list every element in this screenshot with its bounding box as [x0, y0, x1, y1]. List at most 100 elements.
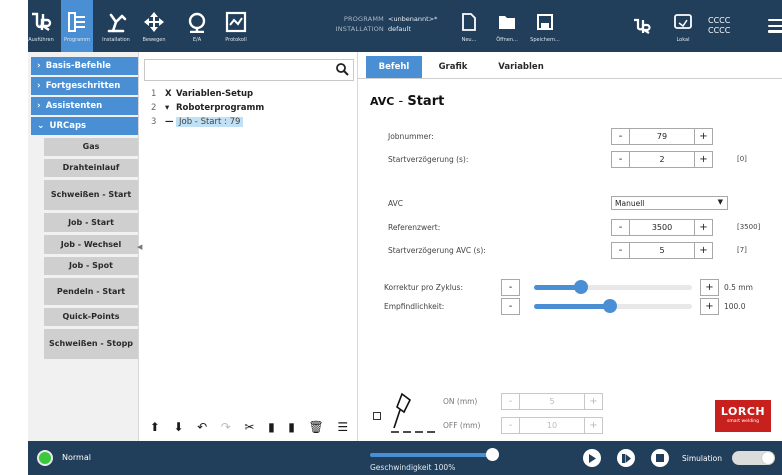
sensitivity-minus-button[interactable]: - — [501, 298, 520, 315]
new-file-icon — [456, 9, 482, 35]
sensitivity-plus-button[interactable]: + — [700, 298, 719, 315]
delete-icon[interactable]: 🗑 — [308, 420, 323, 434]
chevron-down-icon: ⌄ — [37, 121, 45, 131]
correction-plus-button[interactable]: + — [700, 279, 719, 296]
start-delay-minus-button[interactable]: - — [611, 151, 630, 168]
reference-value-field[interactable]: 3500 — [630, 219, 694, 236]
start-delay-field[interactable]: 2 — [630, 151, 694, 168]
on-mm-label: ON (mm) — [443, 397, 478, 406]
sensitivity-slider-knob[interactable] — [602, 299, 617, 313]
tab-divider — [358, 78, 782, 79]
program-tree-panel: 1 X Variablen-Setup 2 ▾ Roboterprogramm … — [138, 52, 357, 441]
avc-start-delay-default: [7] — [737, 246, 747, 254]
new-program-button[interactable]: Neu... — [455, 0, 483, 52]
io-tab-button[interactable]: E/A — [181, 0, 213, 52]
off-mm-field[interactable]: 10 — [520, 417, 584, 434]
nav-advanced[interactable]: › Fortgeschritten — [31, 77, 138, 95]
urcap-wire-feed[interactable]: Drahteinlauf — [44, 159, 138, 177]
move-down-icon[interactable]: ⬇ — [173, 420, 183, 434]
cut-icon[interactable]: ✂ — [244, 420, 254, 434]
avc-label: AVC — [388, 199, 404, 208]
footer-bar: Normal Geschwindigkeit 100% Simulation — [28, 441, 782, 475]
status-indicator-icon[interactable] — [37, 450, 53, 466]
avc-mode-select[interactable]: Manuell ▼ — [611, 196, 728, 210]
speed-slider-knob[interactable] — [486, 448, 499, 461]
reference-value-minus-button[interactable]: - — [611, 219, 630, 236]
step-button[interactable] — [617, 449, 635, 467]
urcap-welding-stop[interactable]: Schweißen - Stopp — [44, 329, 138, 359]
urcap-quick-points[interactable]: Quick-Points — [44, 308, 138, 326]
job-number-label: Jobnummer: — [388, 132, 434, 141]
avc-start-delay-plus-button[interactable]: + — [694, 242, 713, 259]
chevron-right-icon: › — [37, 81, 41, 91]
tree-row-variables-setup[interactable]: 1 X Variablen-Setup — [151, 88, 253, 100]
urcap-job-change[interactable]: Job - Wechsel — [44, 235, 138, 254]
title-prefix: AVC — [370, 95, 395, 108]
sensitivity-slider[interactable] — [534, 299, 692, 313]
correction-slider[interactable] — [534, 280, 692, 294]
collapse-left-icon[interactable]: ◀ — [137, 243, 142, 251]
speed-slider[interactable] — [370, 453, 495, 457]
search-icon[interactable] — [335, 62, 349, 76]
on-mm-minus-button[interactable]: - — [501, 393, 520, 410]
suppress-icon[interactable]: ☰ — [337, 420, 348, 434]
avc-start-delay-stepper: - 5 + — [611, 242, 713, 259]
undo-icon[interactable]: ↶ — [197, 420, 207, 434]
job-number-minus-button[interactable]: - — [611, 128, 630, 145]
hamburger-menu-icon[interactable] — [768, 19, 782, 33]
line-number: 3 — [151, 117, 157, 127]
copy-icon[interactable]: ▮ — [268, 420, 275, 434]
correction-slider-knob[interactable] — [574, 280, 589, 294]
avc-start-delay-minus-button[interactable]: - — [611, 242, 630, 259]
tree-node-label: Roboterprogramm — [176, 103, 265, 113]
paste-icon[interactable]: ▮ — [288, 420, 295, 434]
tab-command[interactable]: Befehl — [366, 56, 422, 78]
ur-remote-button[interactable] — [628, 0, 656, 52]
urcap-job-spot[interactable]: Job - Spot — [44, 257, 138, 275]
job-number-field[interactable]: 79 — [630, 128, 694, 145]
search-input[interactable] — [144, 59, 354, 81]
run-tab-button[interactable]: Ausführen — [28, 0, 54, 52]
reference-value-stepper: - 3500 + — [611, 219, 713, 236]
installation-tab-button[interactable]: Installation — [100, 0, 132, 52]
program-key: PROGRAMM — [343, 15, 384, 23]
tree-row-robot-program[interactable]: 2 ▾ Roboterprogramm — [151, 102, 264, 114]
urcap-gas[interactable]: Gas — [44, 138, 138, 156]
tab-variables[interactable]: Variablen — [486, 56, 556, 78]
job-number-plus-button[interactable]: + — [694, 128, 713, 145]
on-mm-plus-button[interactable]: + — [584, 393, 603, 410]
urcap-job-start[interactable]: Job - Start — [44, 213, 138, 232]
log-tab-button[interactable]: Protokoll — [220, 0, 252, 52]
play-button[interactable] — [583, 449, 601, 467]
sensitivity-value: 100.0 — [724, 302, 746, 311]
avc-start-delay-field[interactable]: 5 — [630, 242, 694, 259]
on-mm-field[interactable]: 5 — [520, 393, 584, 410]
simulation-toggle[interactable] — [732, 451, 775, 465]
save-program-button[interactable]: Speichern... — [526, 0, 564, 52]
wire-touch-checkbox[interactable] — [373, 412, 381, 420]
lorch-logo: LORCH smart welding — [715, 400, 771, 432]
local-mode-button[interactable]: Lokal — [668, 0, 698, 52]
stop-button[interactable] — [651, 449, 669, 467]
start-delay-plus-button[interactable]: + — [694, 151, 713, 168]
tab-graphics[interactable]: Grafik — [428, 56, 478, 78]
move-up-icon[interactable]: ⬆ — [150, 420, 160, 434]
log-icon — [223, 9, 249, 35]
nav-basic-commands[interactable]: › Basis-Befehle — [31, 57, 138, 75]
urcap-weave-start[interactable]: Pendeln - Start — [44, 278, 138, 305]
off-mm-plus-button[interactable]: + — [584, 417, 603, 434]
off-mm-minus-button[interactable]: - — [501, 417, 520, 434]
ur-logo-icon — [28, 9, 54, 35]
tree-row-job-start[interactable]: 3 — Job - Start : 79 — [151, 116, 244, 128]
program-tab-button[interactable]: Programm — [61, 0, 93, 52]
sensitivity-label: Empfindlichkeit: — [384, 302, 445, 311]
redo-icon[interactable]: ↷ — [221, 420, 231, 434]
nav-urcaps[interactable]: ⌄ URCaps — [31, 117, 138, 135]
open-program-button[interactable]: Öffnen... — [490, 0, 524, 52]
line-number: 1 — [151, 89, 157, 99]
reference-value-plus-button[interactable]: + — [694, 219, 713, 236]
urcap-welding-start[interactable]: Schweißen - Start — [44, 180, 138, 210]
correction-minus-button[interactable]: - — [501, 279, 520, 296]
nav-wizards[interactable]: › Assistenten — [31, 97, 138, 115]
move-tab-button[interactable]: Bewegen — [138, 0, 170, 52]
